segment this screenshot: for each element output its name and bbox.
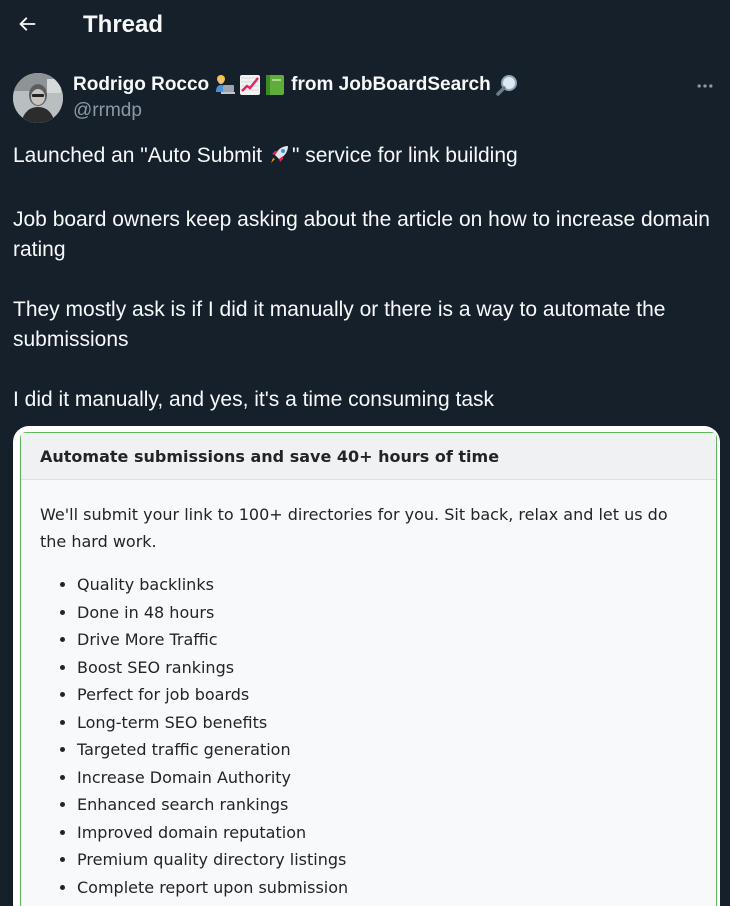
tweet-text: Launched an "Auto Submit " service for l… bbox=[13, 141, 718, 415]
feature-item: Long-term SEO benefits bbox=[77, 709, 697, 737]
arrow-left-icon bbox=[19, 17, 36, 31]
author-handle[interactable]: @rrmdp bbox=[73, 99, 142, 123]
page-title: Thread bbox=[83, 11, 164, 38]
feature-item: Drive More Traffic bbox=[77, 626, 697, 654]
tweet-media-image[interactable]: Automate submissions and save 40+ hours … bbox=[13, 426, 720, 906]
rocket-icon bbox=[268, 142, 292, 175]
tweet-paragraph: Launched an "Auto Submit " service for l… bbox=[13, 141, 718, 175]
feature-item: Complete report upon submission bbox=[77, 874, 697, 902]
more-dots-icon bbox=[697, 84, 713, 88]
thread-header: Thread bbox=[0, 0, 730, 52]
card-intro: We'll submit your link to 100+ directori… bbox=[40, 505, 668, 551]
feature-item: Improved domain reputation bbox=[77, 819, 697, 847]
feature-list: Quality backlinks Done in 48 hours Drive… bbox=[40, 571, 697, 901]
tweet-paragraph: Job board owners keep asking about the a… bbox=[13, 208, 710, 261]
chart-increasing-icon bbox=[239, 74, 261, 96]
card-title: Automate submissions and save 40+ hours … bbox=[21, 433, 716, 480]
magnifying-glass-icon bbox=[495, 74, 519, 96]
author-name[interactable]: Rodrigo Rocco bbox=[73, 73, 209, 97]
feature-item: Targeted traffic generation bbox=[77, 736, 697, 764]
back-button[interactable] bbox=[12, 9, 42, 39]
card-body: We'll submit your link to 100+ directori… bbox=[21, 480, 716, 901]
tweet-paragraph: They mostly ask is if I did it manually … bbox=[13, 298, 666, 351]
feature-item: Increase Domain Authority bbox=[77, 764, 697, 792]
promo-card: Automate submissions and save 40+ hours … bbox=[20, 432, 717, 906]
feature-item: Enhanced search rankings bbox=[77, 791, 697, 819]
tweet-author: Rodrigo Rocco from JobBoardSearch @rrmdp bbox=[13, 72, 717, 124]
feature-item: Boost SEO rankings bbox=[77, 654, 697, 682]
avatar[interactable] bbox=[13, 73, 63, 123]
person-at-laptop-icon bbox=[213, 74, 236, 96]
feature-item: Quality backlinks bbox=[77, 571, 697, 599]
tweet-paragraph: I did it manually, and yes, it's a time … bbox=[13, 388, 495, 411]
feature-item: Done in 48 hours bbox=[77, 599, 697, 627]
author-name-line[interactable]: Rodrigo Rocco from JobBoardSearch bbox=[73, 73, 519, 97]
feature-item: Perfect for job boards bbox=[77, 681, 697, 709]
green-book-icon bbox=[265, 74, 285, 96]
feature-item: Premium quality directory listings bbox=[77, 846, 697, 874]
more-options-button[interactable] bbox=[693, 74, 717, 98]
author-name-suffix: from JobBoardSearch bbox=[291, 74, 491, 95]
